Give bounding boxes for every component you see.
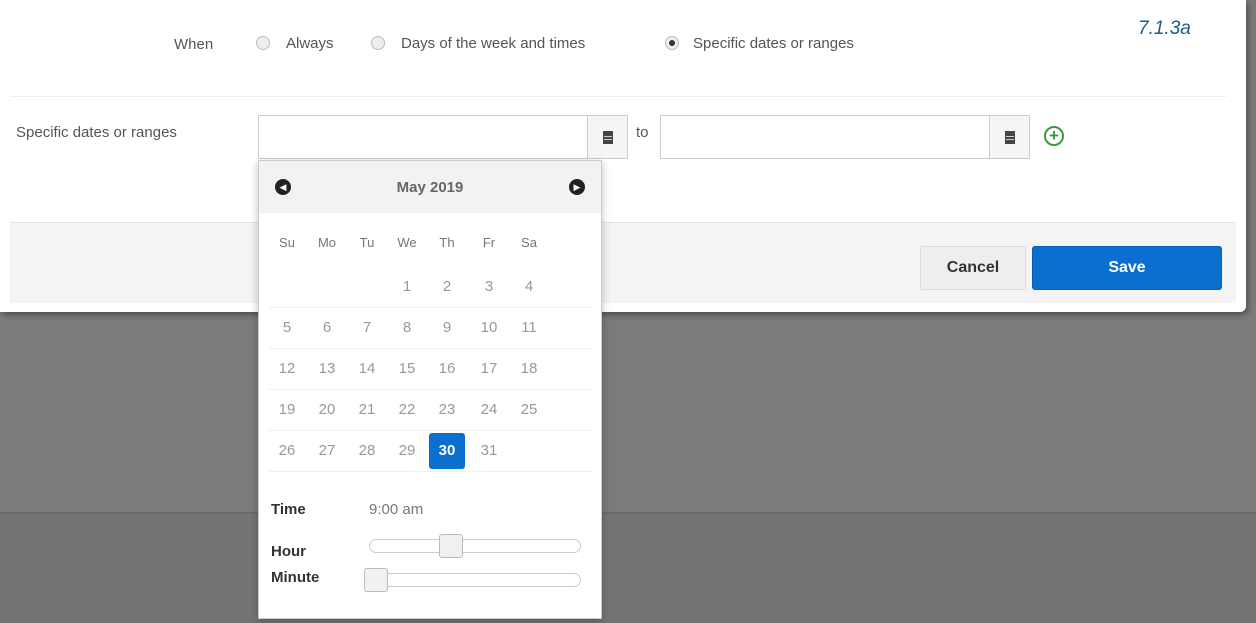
month-title[interactable]: May 2019	[259, 179, 601, 196]
calendar-day[interactable]: 15	[389, 351, 425, 387]
calendar-day[interactable]: 13	[309, 351, 345, 387]
backdrop-lower	[0, 514, 1256, 623]
cancel-button[interactable]: Cancel	[920, 246, 1026, 290]
weekday-header: Su	[279, 235, 295, 250]
weekday-header: Th	[439, 235, 455, 250]
calendar-day[interactable]: 19	[269, 392, 305, 428]
week-divider	[269, 307, 593, 308]
weekday-header: We	[397, 235, 417, 250]
section-divider	[10, 96, 1226, 97]
calendar-day[interactable]: 26	[269, 433, 305, 469]
radio-days-of-week[interactable]	[371, 36, 385, 50]
calendar-day[interactable]: 29	[389, 433, 425, 469]
calendar-day[interactable]: 3	[471, 269, 507, 305]
calendar-day[interactable]: 24	[471, 392, 507, 428]
radio-label-days-of-week[interactable]: Days of the week and times	[401, 35, 585, 52]
calendar-icon	[1004, 130, 1015, 144]
calendar-day[interactable]: 22	[389, 392, 425, 428]
calendar-day-selected[interactable]: 30	[429, 433, 465, 469]
weekday-header: Sa	[521, 235, 537, 250]
end-date-calendar-button[interactable]	[990, 115, 1030, 159]
calendar-day[interactable]: 8	[389, 310, 425, 346]
time-label: Time	[271, 501, 306, 518]
calendar-day[interactable]: 5	[269, 310, 305, 346]
calendar-day[interactable]: 18	[511, 351, 547, 387]
time-value: 9:00 am	[369, 501, 424, 518]
calendar-icon	[602, 130, 613, 144]
picker-header: ◀ May 2019 ▶	[259, 161, 601, 213]
radio-always[interactable]	[256, 36, 270, 50]
calendar-day[interactable]: 25	[511, 392, 547, 428]
radio-label-specific-dates[interactable]: Specific dates or ranges	[693, 35, 854, 52]
weekday-header: Tu	[359, 235, 375, 250]
calendar-day[interactable]: 20	[309, 392, 345, 428]
radio-label-always[interactable]: Always	[286, 35, 334, 52]
start-date-calendar-button[interactable]	[588, 115, 628, 159]
calendar-day[interactable]: 14	[349, 351, 385, 387]
hour-label: Hour	[271, 543, 306, 560]
calendar-day[interactable]: 31	[471, 433, 507, 469]
hour-slider[interactable]	[369, 534, 581, 558]
minute-slider-handle[interactable]	[364, 568, 388, 592]
figure-label: 7.1.3a	[1138, 18, 1191, 39]
when-label: When	[174, 36, 214, 53]
datetime-picker: ◀ May 2019 ▶ Su Mo Tu We Th Fr Sa 1 2 3 4 5 6 7 8 9 10 1…	[258, 160, 602, 619]
plus-circle-icon[interactable]: +	[1044, 126, 1064, 146]
week-divider	[269, 389, 593, 390]
calendar-day[interactable]: 21	[349, 392, 385, 428]
weekday-header: Mo	[317, 235, 337, 250]
calendar-day[interactable]: 2	[429, 269, 465, 305]
calendar-day[interactable]: 7	[349, 310, 385, 346]
schedule-dialog: 7.1.3a When Always Days of the week and …	[0, 0, 1246, 312]
minute-slider[interactable]	[364, 568, 581, 592]
save-button[interactable]: Save	[1032, 246, 1222, 290]
radio-specific-dates[interactable]	[665, 36, 679, 50]
calendar-day[interactable]: 6	[309, 310, 345, 346]
chevron-right-icon[interactable]: ▶	[569, 179, 585, 195]
calendar-day[interactable]: 10	[471, 310, 507, 346]
calendar-day[interactable]: 27	[309, 433, 345, 469]
start-date-input[interactable]	[258, 115, 588, 159]
minute-label: Minute	[271, 569, 320, 586]
calendar-day[interactable]: 1	[389, 269, 425, 305]
end-date-input[interactable]	[660, 115, 990, 159]
weekday-header: Fr	[482, 235, 496, 250]
calendar-day[interactable]: 12	[269, 351, 305, 387]
week-divider	[269, 471, 593, 472]
calendar-day[interactable]: 9	[429, 310, 465, 346]
calendar-day[interactable]: 23	[429, 392, 465, 428]
calendar-day[interactable]: 11	[511, 310, 547, 346]
calendar-day[interactable]: 28	[349, 433, 385, 469]
to-label: to	[636, 124, 649, 141]
calendar-day[interactable]: 16	[429, 351, 465, 387]
specific-dates-label: Specific dates or ranges	[16, 124, 177, 141]
calendar-day[interactable]: 4	[511, 269, 547, 305]
calendar-day[interactable]: 17	[471, 351, 507, 387]
week-divider	[269, 348, 593, 349]
hour-slider-handle[interactable]	[439, 534, 464, 558]
week-divider	[269, 430, 593, 431]
